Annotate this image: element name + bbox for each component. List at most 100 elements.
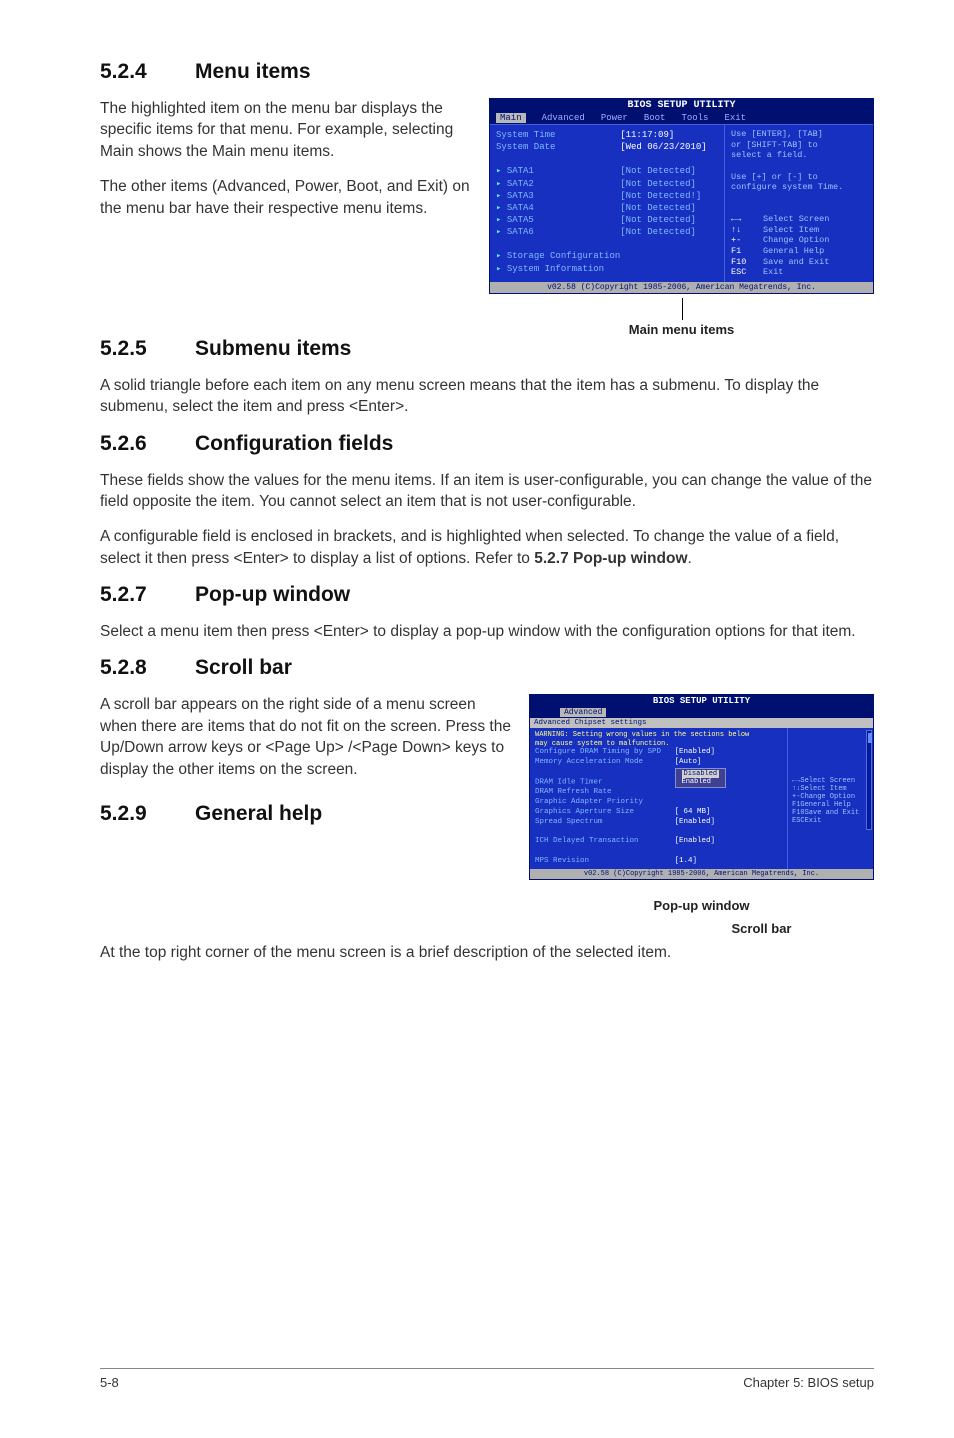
tab-advanced: Advanced	[560, 708, 606, 717]
heading-title: Submenu items	[195, 337, 351, 360]
bios-left-pane: WARNING: Setting wrong values in the sec…	[530, 728, 788, 869]
heading-524: 5.2.4Menu items	[100, 60, 874, 84]
page-footer: 5-8 Chapter 5: BIOS setup	[100, 1368, 874, 1390]
tab-boot: Boot	[644, 113, 666, 123]
row-sata3: SATA3 [Not Detected!]	[496, 190, 718, 202]
heading-num: 5.2.4	[100, 60, 195, 84]
help-key-row: ↑↓Select Item	[731, 225, 867, 236]
help-key-row: ESCExit	[792, 817, 869, 825]
heading-num: 5.2.5	[100, 337, 195, 361]
bios-row: Spread Spectrum [Enabled]	[535, 818, 782, 828]
bios-menubar: Advanced	[530, 707, 873, 718]
heading-title: Pop-up window	[195, 583, 350, 606]
tab-power: Power	[601, 113, 628, 123]
bios-help-pane: Use [ENTER], [TAB] or [SHIFT-TAB] to sel…	[725, 125, 873, 282]
row-sata6: SATA6 [Not Detected]	[496, 226, 718, 238]
row-sata2: SATA2 [Not Detected]	[496, 178, 718, 190]
bios-row: DRAM Idle Timer DisabledEnabled	[535, 768, 782, 789]
row-sata4: SATA4 [Not Detected]	[496, 202, 718, 214]
para: The other items (Advanced, Power, Boot, …	[100, 176, 471, 219]
heading-title: Configuration fields	[195, 432, 393, 455]
popup-window: DisabledEnabled	[675, 768, 727, 789]
help-blank	[731, 203, 867, 214]
para: A solid triangle before each item on any…	[100, 375, 874, 418]
help-key-row: F10Save and Exit	[731, 257, 867, 268]
row-sysdate: System Date [Wed 06/23/2010]	[496, 141, 718, 153]
heading-title: Scroll bar	[195, 656, 292, 679]
heading-title: General help	[195, 802, 322, 825]
help-line: configure system Time.	[731, 182, 867, 193]
tab-exit: Exit	[724, 113, 746, 123]
bios-row: DRAM Refresh Rate	[535, 788, 782, 798]
bios-title: BIOS SETUP UTILITY	[530, 695, 873, 707]
row-blank	[496, 153, 718, 165]
warning-line: may cause system to malfunction.	[535, 740, 782, 748]
heading-528: 5.2.8Scroll bar	[100, 656, 874, 680]
bios-row: Graphics Aperture Size [ 64 MB]	[535, 808, 782, 818]
heading-525: 5.2.5Submenu items	[100, 337, 874, 361]
para: Select a menu item then press <Enter> to…	[100, 621, 874, 642]
heading-num: 5.2.6	[100, 432, 195, 456]
caption-line-icon	[682, 298, 683, 320]
para: At the top right corner of the menu scre…	[100, 942, 874, 963]
bios-menubar: Main Advanced Power Boot Tools Exit	[490, 112, 873, 124]
help-key-row: ←→Select Screen	[792, 777, 869, 785]
bios-row: ICH Delayed Transaction [Enabled]	[535, 837, 782, 847]
scrollbar-icon	[866, 730, 872, 830]
help-blank	[731, 161, 867, 172]
tab-tools: Tools	[681, 113, 708, 123]
heading-526: 5.2.6Configuration fields	[100, 432, 874, 456]
row-systime: System Time [11:17:09]	[496, 129, 718, 141]
popup-option-enabled: Enabled	[682, 778, 711, 786]
help-line: select a field.	[731, 150, 867, 161]
heading-num: 5.2.8	[100, 656, 195, 680]
tab-main: Main	[496, 113, 526, 123]
bios-row: Memory Acceleration Mode [Auto]	[535, 758, 782, 768]
bios-screenshot-2: BIOS SETUP UTILITY Advanced Advanced Chi…	[529, 694, 874, 880]
para: These fields show the values for the men…	[100, 470, 874, 513]
bios-screenshot-1: BIOS SETUP UTILITY Main Advanced Power B…	[489, 98, 874, 294]
bios-blank	[535, 847, 782, 857]
help-key-row: ←→Select Screen	[731, 214, 867, 225]
heading-527: 5.2.7Pop-up window	[100, 583, 874, 607]
row-sata5: SATA5 [Not Detected]	[496, 214, 718, 226]
para: A scroll bar appears on the right side o…	[100, 694, 511, 780]
row-blank	[496, 238, 718, 250]
figure-caption-popup: Pop-up window	[529, 898, 874, 913]
help-blank	[731, 193, 867, 204]
row-sysinfo: System Information	[496, 263, 718, 275]
popup-option-disabled: Disabled	[682, 770, 720, 778]
para-text: .	[688, 550, 692, 567]
help-key-row: ESCExit	[731, 267, 867, 278]
heading-num: 5.2.7	[100, 583, 195, 607]
help-line: Use [ENTER], [TAB]	[731, 129, 867, 140]
bios-row: Configure DRAM Timing by SPD [Enabled]	[535, 748, 782, 758]
help-key-row: F1General Help	[792, 801, 869, 809]
help-line: or [SHIFT-TAB] to	[731, 140, 867, 151]
warning-line: WARNING: Setting wrong values in the sec…	[535, 731, 782, 739]
para: The highlighted item on the menu bar dis…	[100, 98, 471, 162]
bios-footer: v02.58 (C)Copyright 1985-2006, American …	[530, 869, 873, 879]
bios-row: MPS Revision [1.4]	[535, 857, 782, 867]
help-key-row: F1General Help	[731, 246, 867, 257]
para: A configurable field is enclosed in brac…	[100, 526, 874, 569]
chapter-label: Chapter 5: BIOS setup	[743, 1375, 874, 1390]
bios-row: Graphic Adapter Priority	[535, 798, 782, 808]
para-text: A configurable field is enclosed in brac…	[100, 528, 839, 566]
row-sata1: SATA1 [Not Detected]	[496, 165, 718, 177]
help-key-row: ↑↓Select Item	[792, 785, 869, 793]
help-line: Use [+] or [-] to	[731, 172, 867, 183]
figure-caption-scrollbar: Scroll bar	[649, 921, 874, 936]
heading-num: 5.2.9	[100, 802, 195, 826]
tab-advanced: Advanced	[542, 113, 585, 123]
bios-help-pane: ←→Select Screen ↑↓Select Item +-Change O…	[788, 728, 873, 869]
heading-529: 5.2.9General help	[100, 802, 511, 826]
bios-left-pane: System Time [11:17:09] System Date [Wed …	[490, 125, 725, 282]
heading-title: Menu items	[195, 60, 311, 83]
cross-ref: 5.2.7 Pop-up window	[534, 550, 687, 567]
help-key-row: +-Change Option	[792, 793, 869, 801]
help-key-row: F10Save and Exit	[792, 809, 869, 817]
bios-blank	[535, 827, 782, 837]
bios-footer: v02.58 (C)Copyright 1985-2006, American …	[490, 282, 873, 293]
bios-title: BIOS SETUP UTILITY	[490, 99, 873, 112]
